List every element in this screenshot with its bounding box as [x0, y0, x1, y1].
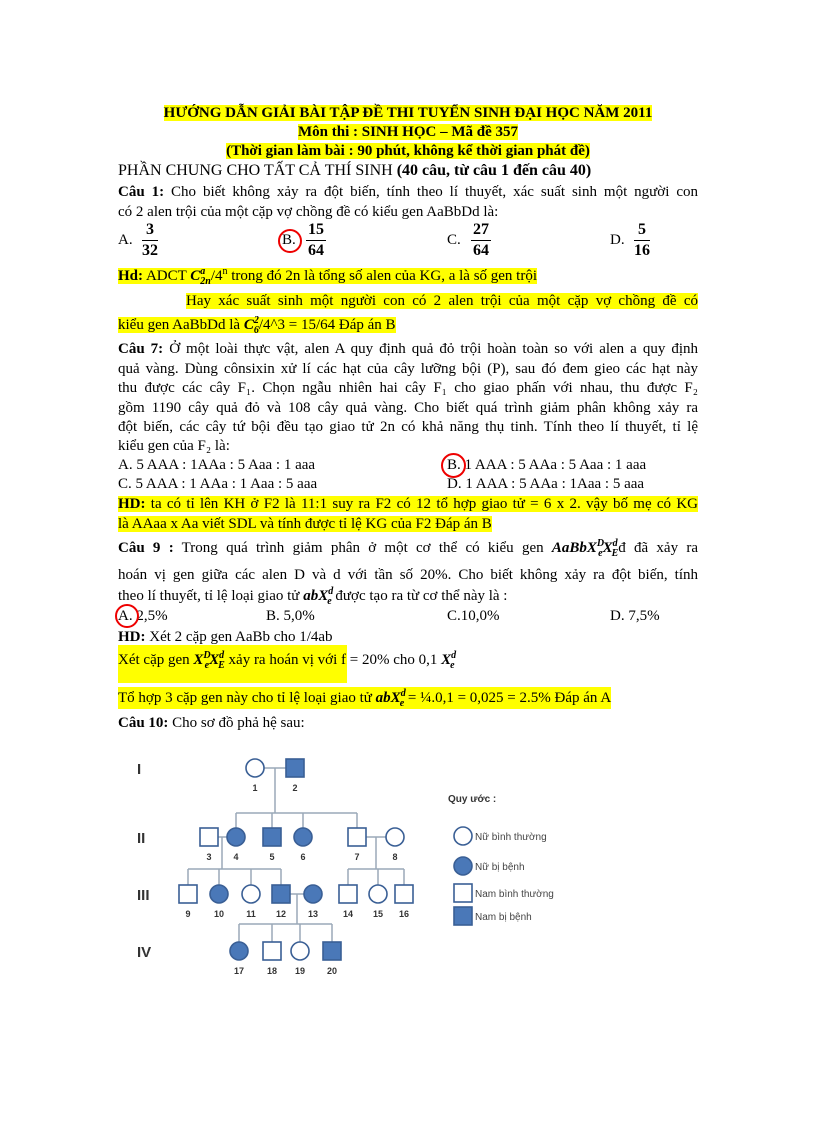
pedigree-individual-15	[368, 884, 388, 904]
pedigree-id-label: 16	[399, 909, 409, 919]
pedigree-individual-7	[347, 827, 367, 847]
pedigree-id-label: 10	[214, 909, 224, 919]
pedigree-id-label: 14	[343, 909, 353, 919]
document-page: { "header":{ "title":"HƯỚNG DẪN GIẢI BÀI…	[0, 0, 816, 1123]
legend-symbol	[453, 906, 473, 926]
pedigree-id-label: 1	[252, 783, 257, 793]
legend-title: Quy ước :	[448, 794, 496, 805]
pedigree-id-label: 6	[300, 852, 305, 862]
generation-label: IV	[137, 944, 151, 961]
pedigree-individual-13	[303, 884, 323, 904]
pedigree-individual-5	[262, 827, 282, 847]
pedigree-individual-16	[394, 884, 414, 904]
pedigree-individual-8	[385, 827, 405, 847]
pedigree-id-label: 8	[392, 852, 397, 862]
pedigree-id-label: 11	[246, 909, 256, 919]
pedigree-id-label: 3	[206, 852, 211, 862]
pedigree-individual-10	[209, 884, 229, 904]
legend-symbol	[453, 883, 473, 903]
pedigree-id-label: 7	[354, 852, 359, 862]
pedigree-individual-9	[178, 884, 198, 904]
pedigree-individual-12	[271, 884, 291, 904]
pedigree-id-label: 2	[292, 783, 297, 793]
legend-symbol	[453, 826, 473, 846]
legend-symbol	[453, 856, 473, 876]
generation-label: II	[137, 830, 145, 847]
pedigree-individual-19	[290, 941, 310, 961]
pedigree-id-label: 19	[295, 966, 305, 976]
pedigree-individual-3	[199, 827, 219, 847]
pedigree-individual-4	[226, 827, 246, 847]
generation-label: III	[137, 887, 150, 904]
pedigree-individual-11	[241, 884, 261, 904]
pedigree-id-label: 5	[269, 852, 274, 862]
pedigree-id-label: 20	[327, 966, 337, 976]
pedigree-chart: 1 23 4 5 6 7 89 10 11 12 13 14 15 1617 18 19 20IIIIIIIVQ…	[137, 758, 554, 976]
pedigree-individual-1	[245, 758, 265, 778]
legend-label: Nữ bình thường	[475, 832, 547, 843]
pedigree-id-label: 9	[185, 909, 190, 919]
pedigree-id-label: 13	[308, 909, 318, 919]
generation-label: I	[137, 761, 141, 778]
pedigree-individual-14	[338, 884, 358, 904]
pedigree-individual-17	[229, 941, 249, 961]
pedigree-individual-20	[322, 941, 342, 961]
legend-label: Nam bình thường	[475, 889, 554, 900]
pedigree-id-label: 18	[267, 966, 277, 976]
pedigree-individual-6	[293, 827, 313, 847]
pedigree-id-label: 17	[234, 966, 244, 976]
pedigree-id-label: 4	[233, 852, 238, 862]
legend-label: Nữ bị bệnh	[475, 862, 525, 873]
pedigree-individual-2	[285, 758, 305, 778]
pedigree-id-label: 15	[373, 909, 383, 919]
pedigree-individual-18	[262, 941, 282, 961]
pedigree-id-label: 12	[276, 909, 286, 919]
legend-label: Nam bị bệnh	[475, 912, 532, 923]
